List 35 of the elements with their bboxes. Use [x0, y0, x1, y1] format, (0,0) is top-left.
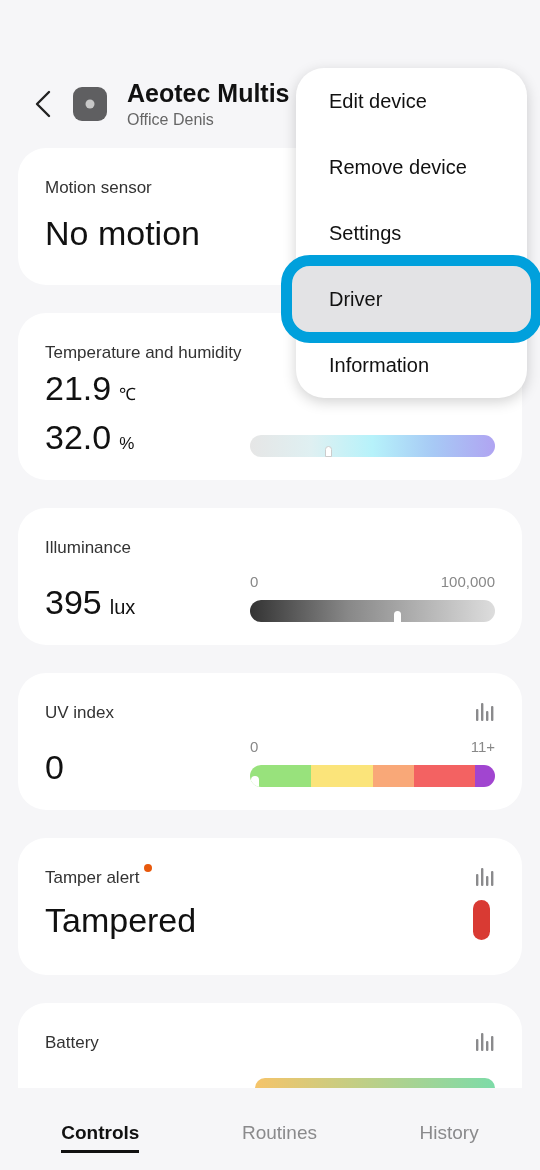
slider-thumb[interactable]	[325, 446, 333, 457]
reading-value: 0	[45, 747, 64, 787]
card-title: Temperature and humidity	[45, 342, 242, 364]
chart-icon[interactable]	[475, 866, 495, 886]
card-title: UV index	[45, 702, 114, 724]
card-title: Illuminance	[45, 537, 131, 559]
device-room: Office Denis	[127, 110, 215, 130]
menu-item[interactable]: Edit device	[296, 68, 527, 134]
card-title: Motion sensor	[45, 177, 152, 199]
scale-max: 100,000	[440, 572, 495, 592]
back-icon[interactable]	[33, 90, 53, 118]
card-title: Battery	[45, 1032, 99, 1054]
scale-min: 0	[250, 572, 259, 592]
slider-thumb[interactable]	[394, 611, 401, 622]
status-value: No motion	[45, 213, 200, 253]
device-icon	[73, 87, 107, 121]
reading-unit: lux	[109, 595, 136, 620]
menu-item[interactable]: Remove device	[296, 134, 527, 200]
menu-item[interactable]: Settings	[296, 200, 527, 266]
reading-unit: %	[119, 433, 135, 455]
reading-unit: ℃	[119, 384, 137, 406]
reading-value: 32.0	[45, 417, 112, 458]
device-title: Aeotec Multis	[127, 78, 290, 108]
status-value: Tampered	[45, 900, 197, 941]
card-title: Tamper alert	[45, 867, 140, 889]
tab[interactable]: Controls	[61, 1121, 140, 1153]
reading-value: 21.9	[45, 368, 112, 409]
menu-item[interactable]: Information	[296, 332, 527, 398]
scale-max: 11+	[470, 737, 495, 757]
reading-value: 395	[45, 582, 102, 622]
uv-scale-segment	[250, 765, 312, 787]
scale-min: 0	[250, 737, 259, 757]
chart-icon[interactable]	[475, 701, 495, 721]
slider-thumb[interactable]	[251, 776, 259, 787]
chart-icon[interactable]	[475, 1031, 495, 1051]
